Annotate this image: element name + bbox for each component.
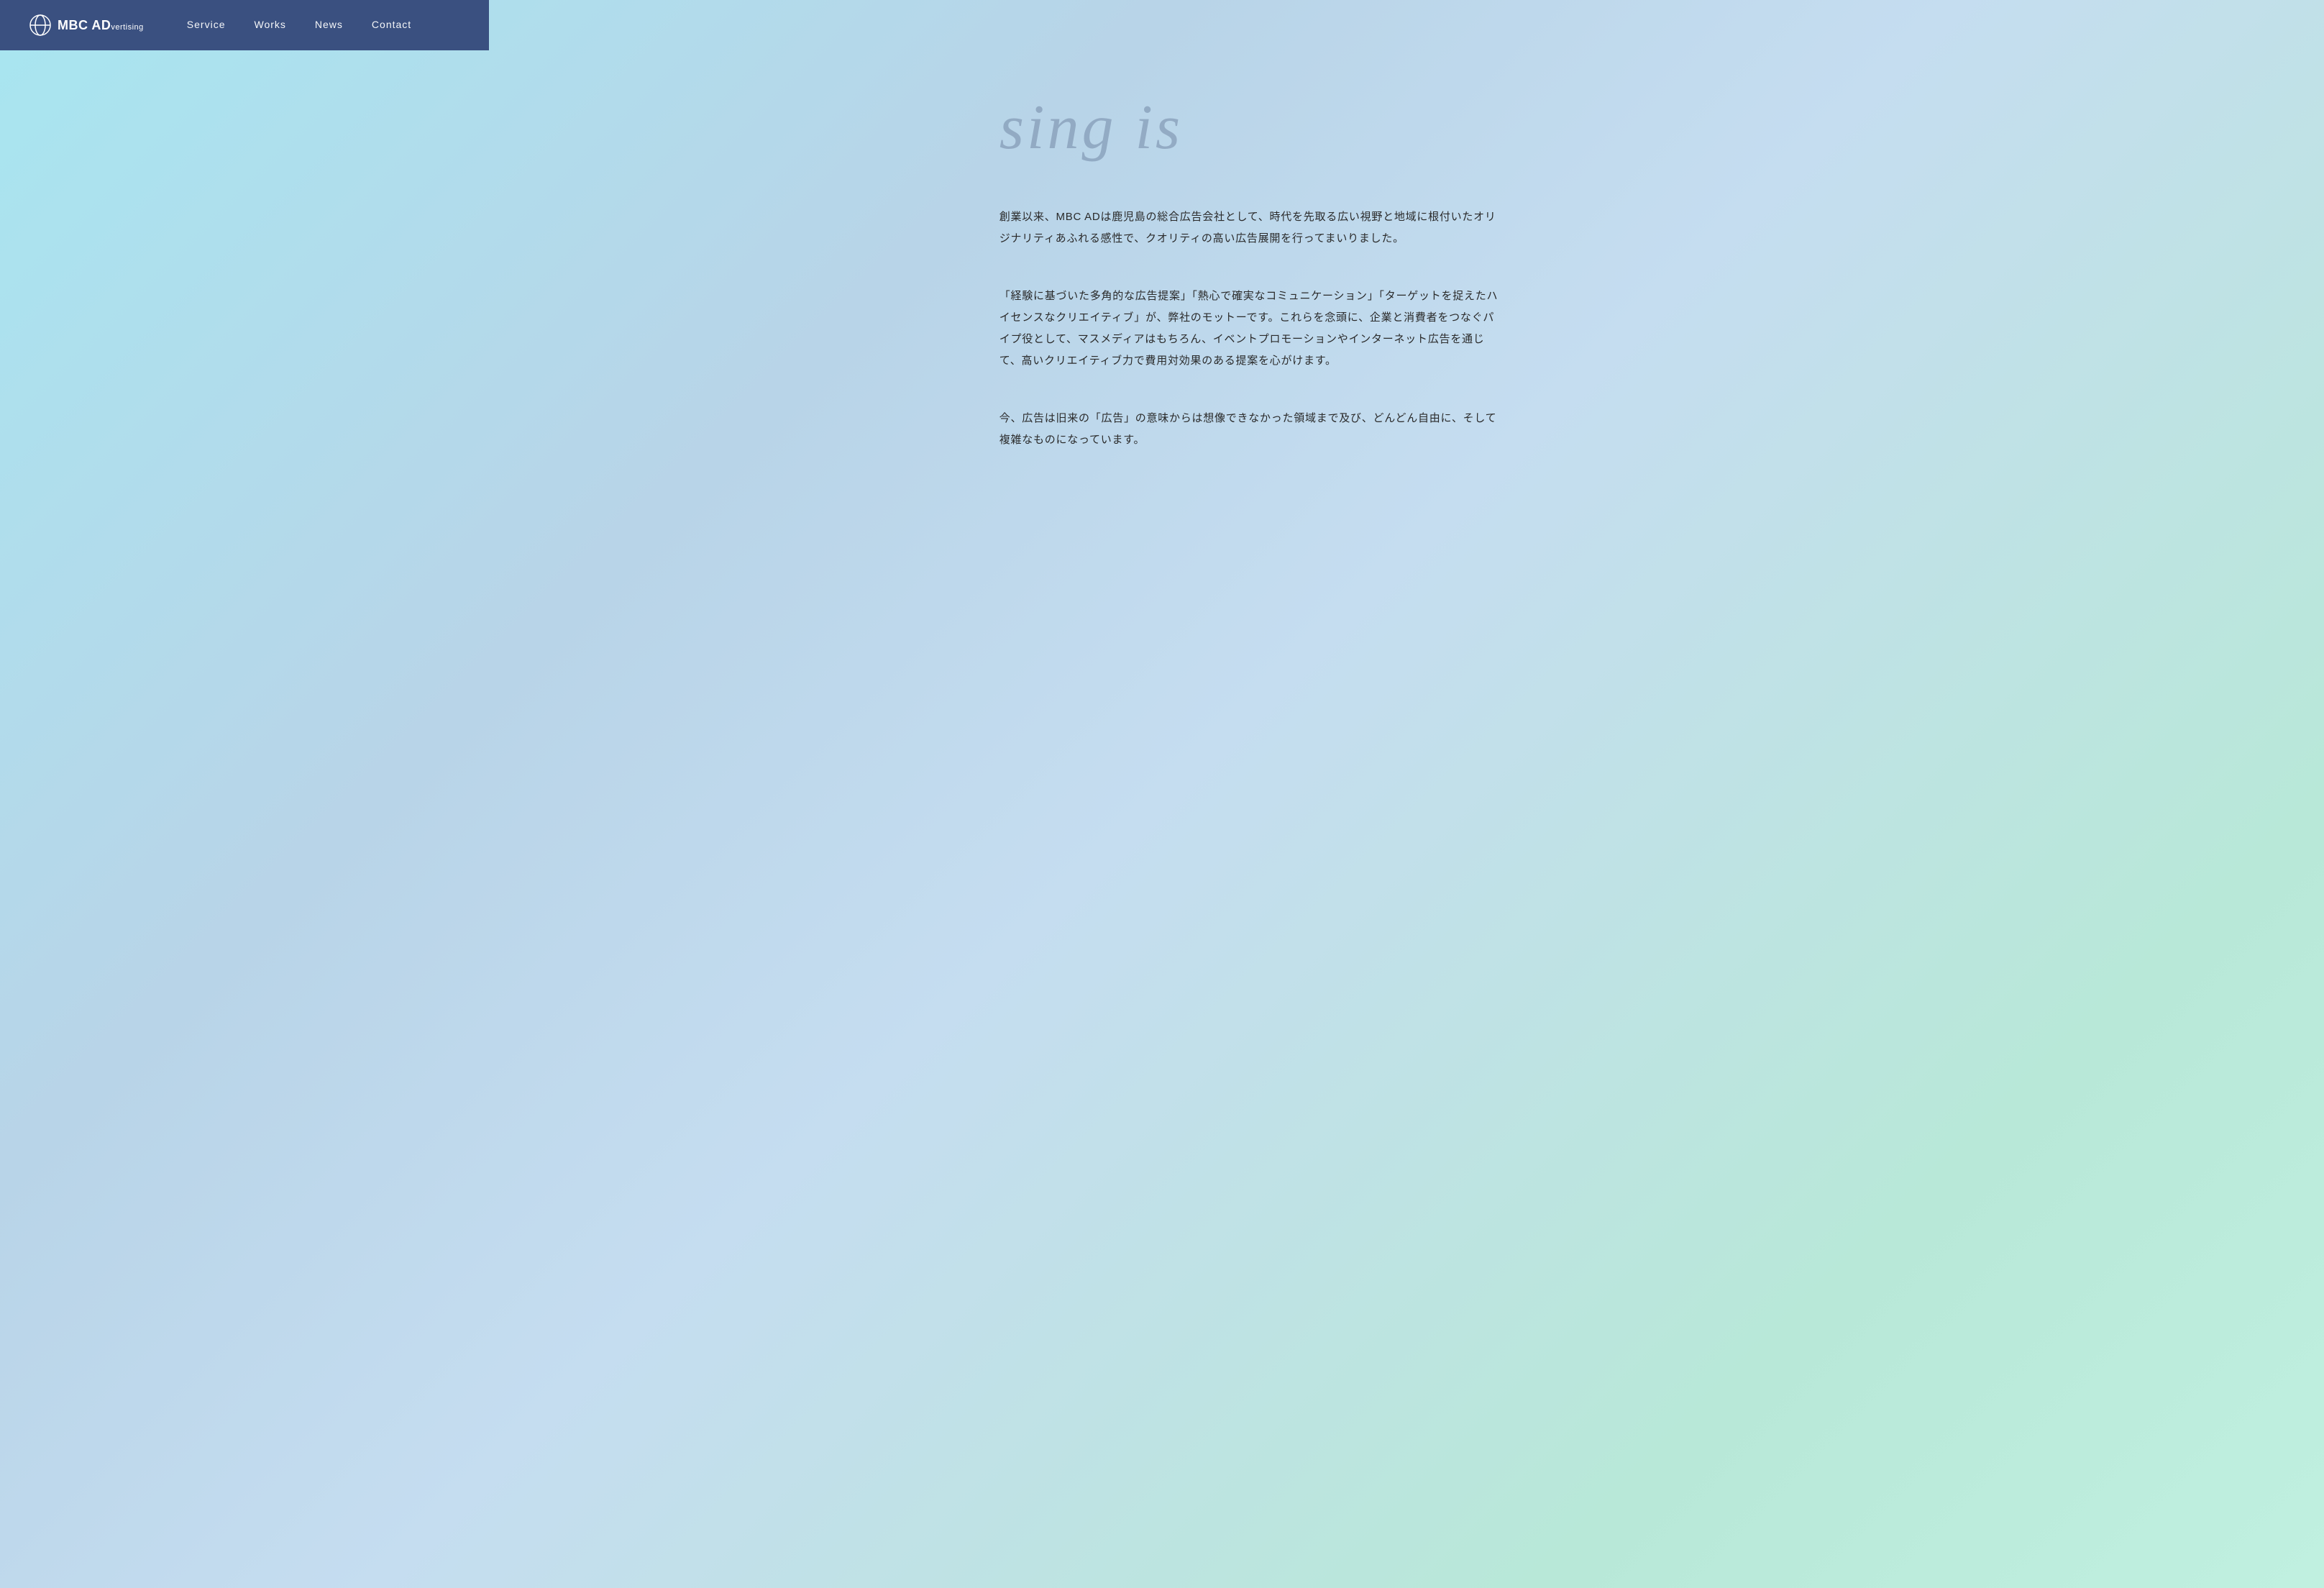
motto-text: 「経験に基づいた多角的な広告提案」「熱心で確実なコミュニケーション」「ターゲット… xyxy=(999,286,1503,372)
intro-section: 創業以来、MBC ADは鹿児島の総合広告会社として、時代を先取る広い視野と地域に… xyxy=(999,206,1503,250)
main-navigation: MBC ADvertising Service Works News Conta… xyxy=(0,0,489,50)
nav-item-works[interactable]: Works xyxy=(254,19,285,32)
logo-icon xyxy=(29,14,52,37)
nav-link-contact[interactable]: Contact xyxy=(372,19,411,30)
motto-section: 「経験に基づいた多角的な広告提案」「熱心で確実なコミュニケーション」「ターゲット… xyxy=(999,286,1503,372)
nav-item-service[interactable]: Service xyxy=(187,19,226,32)
vision-text: 今、広告は旧来の「広告」の意味からは想像できなかった領域まで及び、どんどん自由に… xyxy=(999,408,1503,451)
nav-item-contact[interactable]: Contact xyxy=(372,19,411,32)
main-content: sing is 創業以来、MBC ADは鹿児島の総合広告会社として、時代を先取る… xyxy=(999,50,1503,537)
nav-link-service[interactable]: Service xyxy=(187,19,226,30)
vision-section: 今、広告は旧来の「広告」の意味からは想像できなかった領域まで及び、どんどん自由に… xyxy=(999,408,1503,451)
intro-text: 創業以来、MBC ADは鹿児島の総合広告会社として、時代を先取る広い視野と地域に… xyxy=(999,206,1503,250)
logo-link[interactable]: MBC ADvertising xyxy=(29,14,144,37)
nav-item-news[interactable]: News xyxy=(315,19,343,32)
hero-text: sing is xyxy=(999,93,1503,163)
nav-links: Service Works News Contact xyxy=(187,19,411,32)
nav-link-news[interactable]: News xyxy=(315,19,343,30)
logo-text: MBC ADvertising xyxy=(58,18,144,33)
nav-link-works[interactable]: Works xyxy=(254,19,285,30)
